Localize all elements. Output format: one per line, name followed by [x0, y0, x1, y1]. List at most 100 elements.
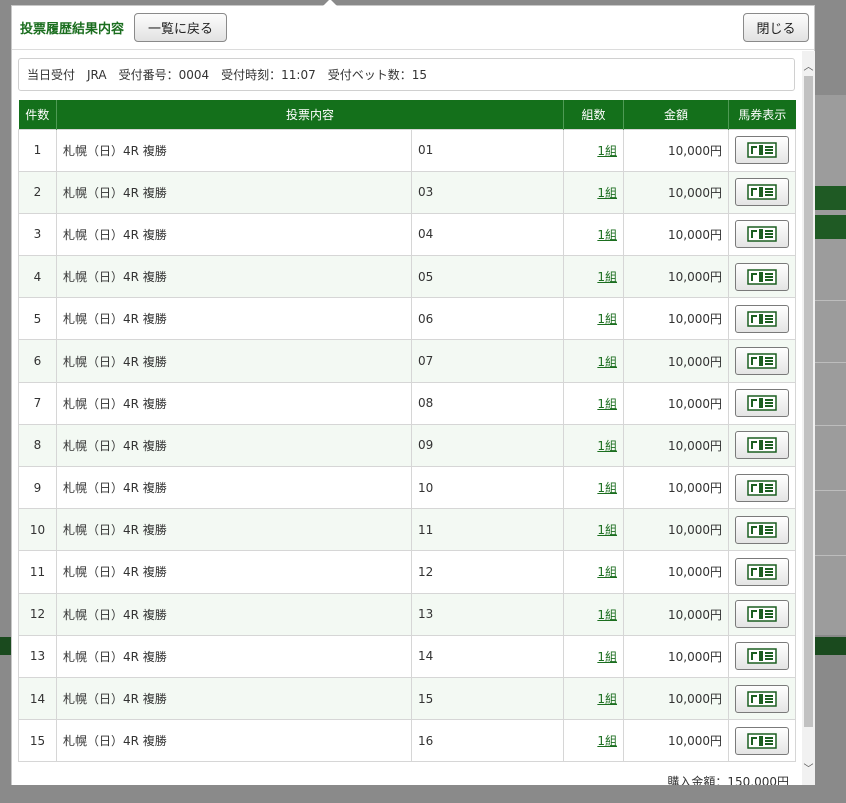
row-amount: 10,000円: [623, 170, 730, 214]
row-ticket-cell: [728, 339, 797, 383]
row-amount: 10,000円: [623, 423, 730, 468]
row-count-link[interactable]: 1組: [597, 734, 617, 748]
ticket-icon: [747, 606, 777, 622]
ticket-view-button[interactable]: [735, 726, 790, 755]
table-row: 14 札幌（日）4R 複勝 15 1組 10,000円: [18, 676, 797, 721]
row-count-cell: 1組: [563, 508, 625, 552]
row-ticket-cell: [728, 465, 797, 510]
ticket-view-button[interactable]: [735, 431, 790, 460]
ticket-view-button[interactable]: [735, 220, 790, 249]
ticket-icon: [747, 353, 777, 369]
row-count-link[interactable]: 1組: [597, 186, 617, 200]
ticket-view-button[interactable]: [735, 178, 790, 207]
ticket-view-button[interactable]: [735, 389, 790, 418]
purchase-total: 購入金額：150,000円: [667, 775, 789, 785]
row-count-cell: 1組: [563, 128, 625, 172]
row-amount: 10,000円: [623, 676, 730, 721]
row-horse-number: 11: [410, 508, 565, 552]
row-ticket-cell: [728, 128, 797, 172]
row-count-link[interactable]: 1組: [597, 523, 617, 537]
row-ticket-cell: [728, 170, 797, 214]
table-header-row: 件数 投票内容 組数 金額 馬券表示: [18, 100, 796, 129]
row-ticket-cell: [728, 255, 797, 299]
row-count-link[interactable]: 1組: [597, 397, 617, 411]
row-count-link[interactable]: 1組: [597, 481, 617, 495]
row-count-cell: 1組: [563, 339, 625, 383]
close-button[interactable]: 閉じる: [743, 13, 809, 42]
row-amount: 10,000円: [623, 550, 730, 594]
row-ticket-cell: [728, 297, 797, 341]
table-row: 1 札幌（日）4R 複勝 01 1組 10,000円: [18, 128, 797, 172]
scroll-up-icon[interactable]: ︿: [802, 61, 815, 75]
row-count-link[interactable]: 1組: [597, 312, 617, 326]
ticket-icon: [747, 437, 777, 454]
ticket-view-button[interactable]: [735, 347, 790, 376]
row-number: 12: [18, 592, 57, 636]
row-number: 13: [18, 634, 57, 678]
ticket-icon: [747, 648, 777, 665]
ticket-view-button[interactable]: [735, 473, 790, 502]
row-count-link[interactable]: 1組: [597, 355, 617, 369]
ticket-view-button[interactable]: [735, 642, 790, 671]
background-divider: [814, 362, 846, 363]
row-horse-number: 14: [410, 634, 565, 678]
ticket-view-button[interactable]: [735, 515, 790, 544]
row-race: 札幌（日）4R 複勝: [56, 170, 412, 214]
row-race: 札幌（日）4R 複勝: [56, 255, 412, 299]
ticket-view-button[interactable]: [735, 557, 790, 586]
scroll-thumb[interactable]: [804, 76, 813, 727]
row-count-link[interactable]: 1組: [597, 144, 617, 158]
scrollbar[interactable]: ︿ ﹀: [802, 51, 815, 785]
row-amount: 10,000円: [623, 719, 730, 763]
row-count-cell: 1組: [563, 719, 625, 763]
row-amount: 10,000円: [623, 212, 730, 257]
table-row: 15 札幌（日）4R 複勝 16 1組 10,000円: [18, 719, 797, 763]
row-horse-number: 13: [410, 592, 565, 636]
table-row: 10 札幌（日）4R 複勝 11 1組 10,000円: [18, 508, 797, 552]
row-ticket-cell: [728, 634, 797, 678]
ticket-view-button[interactable]: [735, 600, 790, 629]
row-amount: 10,000円: [623, 634, 730, 678]
row-count-link[interactable]: 1組: [597, 692, 617, 706]
row-count-link[interactable]: 1組: [597, 650, 617, 664]
ticket-icon: [747, 564, 777, 580]
table-row: 4 札幌（日）4R 複勝 05 1組 10,000円: [18, 255, 797, 299]
row-count-link[interactable]: 1組: [597, 270, 617, 284]
table-row: 9 札幌（日）4R 複勝 10 1組 10,000円: [18, 465, 797, 510]
row-ticket-cell: [728, 508, 797, 552]
row-count-cell: 1組: [563, 550, 625, 594]
background-divider: [814, 300, 846, 301]
ticket-view-button[interactable]: [735, 262, 790, 291]
row-count-cell: 1組: [563, 297, 625, 341]
row-number: 5: [18, 297, 57, 341]
ticket-view-button[interactable]: [735, 684, 790, 713]
table-row: 13 札幌（日）4R 複勝 14 1組 10,000円: [18, 634, 797, 678]
row-race: 札幌（日）4R 複勝: [56, 423, 412, 468]
modal-title: 投票履歴結果内容: [20, 22, 125, 37]
row-count-cell: 1組: [563, 465, 625, 510]
row-race: 札幌（日）4R 複勝: [56, 212, 412, 257]
row-count-link[interactable]: 1組: [597, 439, 617, 453]
row-horse-number: 07: [410, 339, 565, 383]
table-row: 7 札幌（日）4R 複勝 08 1組 10,000円: [18, 381, 797, 425]
row-race: 札幌（日）4R 複勝: [56, 634, 412, 678]
back-to-list-button[interactable]: 一覧に戻る: [134, 13, 227, 42]
row-count-cell: 1組: [563, 381, 625, 425]
table-row: 8 札幌（日）4R 複勝 09 1組 10,000円: [18, 423, 797, 468]
row-count-link[interactable]: 1組: [597, 565, 617, 579]
row-horse-number: 04: [410, 212, 565, 257]
row-number: 14: [18, 676, 57, 721]
ticket-icon: [747, 690, 777, 707]
row-horse-number: 12: [410, 550, 565, 594]
table-row: 12 札幌（日）4R 複勝 13 1組 10,000円: [18, 592, 797, 636]
ticket-view-button[interactable]: [735, 304, 790, 333]
scroll-down-icon[interactable]: ﹀: [802, 763, 815, 777]
row-amount: 10,000円: [623, 339, 730, 383]
row-count-link[interactable]: 1組: [597, 608, 617, 622]
ticket-view-button[interactable]: [735, 136, 790, 165]
row-ticket-cell: [728, 212, 797, 257]
row-count-link[interactable]: 1組: [597, 228, 617, 242]
background-green-row: [814, 186, 846, 210]
row-race: 札幌（日）4R 複勝: [56, 297, 412, 341]
bet-history-modal: 投票履歴結果内容 一覧に戻る 閉じる 当日受付 JRA 受付番号：0004 受付…: [11, 0, 815, 785]
